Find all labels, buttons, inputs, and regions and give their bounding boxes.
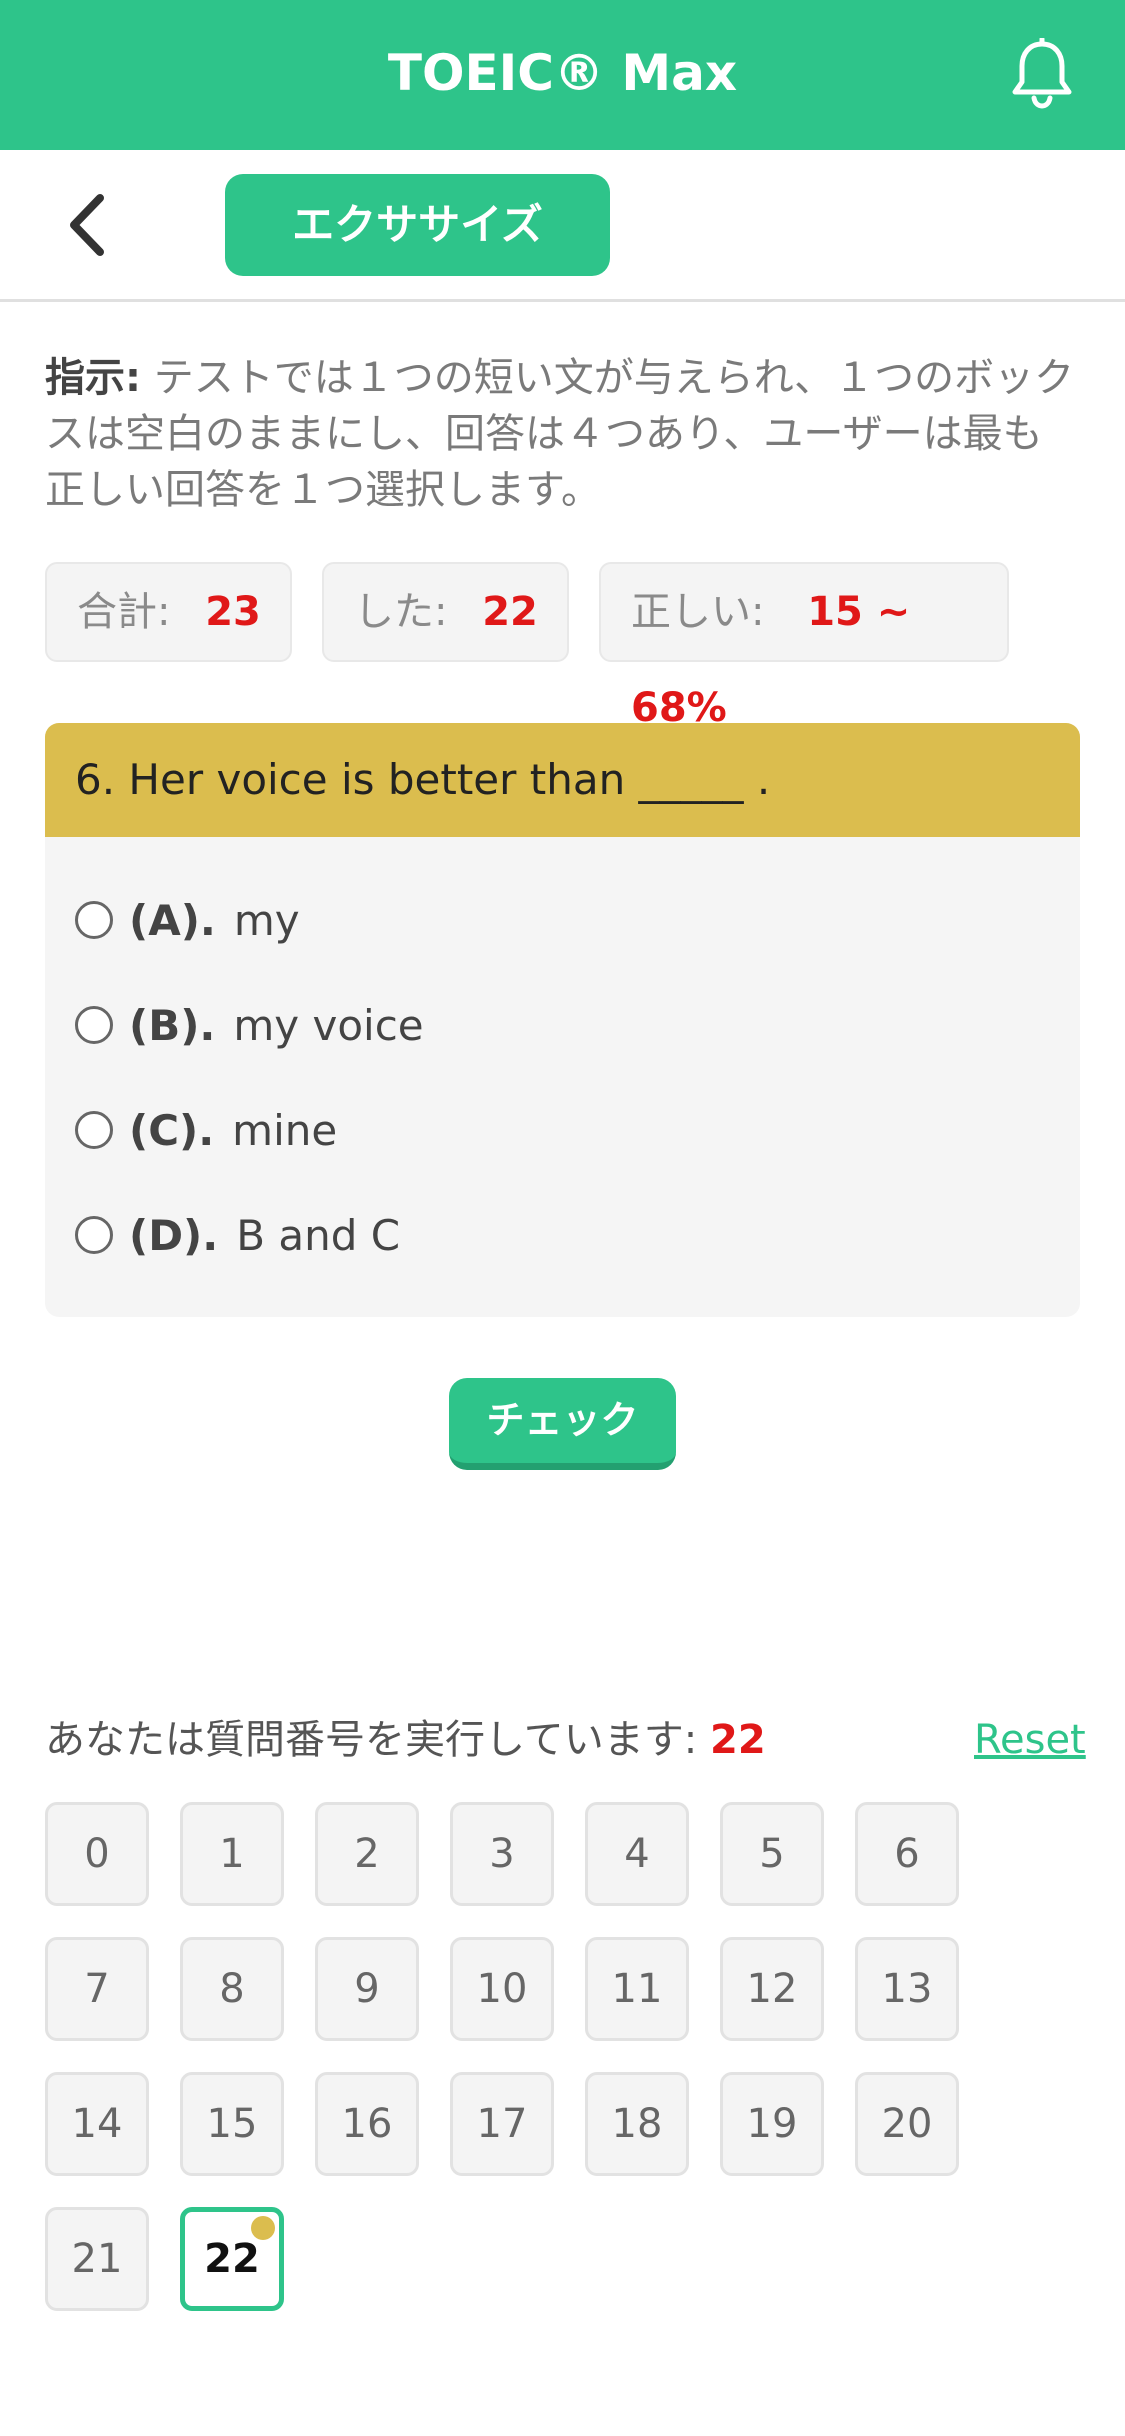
stat-done: した: 22 (322, 562, 569, 662)
stat-total: 合計: 23 (45, 562, 292, 662)
stat-done-value: 22 (482, 589, 538, 635)
question-number-button[interactable]: 0 (45, 1802, 149, 1906)
question-number-button[interactable]: 3 (450, 1802, 554, 1906)
question-text: 6. Her voice is better than _____ . (45, 723, 1080, 837)
question-number-label: 12 (746, 1966, 798, 2012)
option-b[interactable]: (B). my voice (75, 985, 424, 1065)
question-number-label: 15 (206, 2101, 258, 2147)
question-number-button[interactable]: 13 (855, 1937, 959, 2041)
option-text: mine (232, 1105, 338, 1155)
question-number-button[interactable]: 16 (315, 2072, 419, 2176)
radio-button[interactable] (75, 1216, 113, 1254)
question-number-label: 4 (624, 1831, 650, 1877)
question-number-button[interactable]: 10 (450, 1937, 554, 2041)
question-number-button[interactable]: 6 (855, 1802, 959, 1906)
question-number-button[interactable]: 1 (180, 1802, 284, 1906)
stat-total-value: 23 (205, 589, 261, 635)
option-text: my voice (233, 1000, 424, 1050)
question-number-button[interactable]: 2 (315, 1802, 419, 1906)
option-letter: (B). (129, 1000, 216, 1050)
question-card: 6. Her voice is better than _____ . (A).… (45, 723, 1080, 1317)
question-number-button[interactable]: 4 (585, 1802, 689, 1906)
question-number-label: 16 (341, 2101, 393, 2147)
question-number-label: 10 (476, 1966, 528, 2012)
question-number-label: 6 (894, 1831, 920, 1877)
check-button[interactable]: チェック (449, 1378, 676, 1470)
question-number-button[interactable]: 22 (180, 2207, 284, 2311)
progress-label: あなたは質問番号を実行しています: 22 (45, 1712, 766, 1768)
question-number-label: 1 (219, 1831, 245, 1877)
progress-current: 22 (710, 1717, 766, 1763)
current-marker-dot (251, 2216, 275, 2240)
radio-button[interactable] (75, 1111, 113, 1149)
option-text: B and C (236, 1210, 401, 1260)
question-number-label: 3 (489, 1831, 515, 1877)
option-text: my (233, 895, 300, 945)
question-number-label: 11 (611, 1966, 663, 2012)
question-number-label: 22 (204, 2236, 260, 2282)
question-number-button[interactable]: 21 (45, 2207, 149, 2311)
question-number-label: 21 (71, 2236, 123, 2282)
stat-total-label: 合計: (77, 589, 171, 635)
chevron-left-icon[interactable] (64, 190, 114, 260)
question-number-button[interactable]: 8 (180, 1937, 284, 2041)
question-number-label: 0 (84, 1831, 110, 1877)
question-number-label: 13 (881, 1966, 933, 2012)
question-number-label: 2 (354, 1831, 380, 1877)
question-number-label: 5 (759, 1831, 785, 1877)
option-letter: (C). (129, 1105, 215, 1155)
question-number-button[interactable]: 7 (45, 1937, 149, 2041)
sub-bar: エクササイズ (0, 150, 1125, 302)
question-number-button[interactable]: 19 (720, 2072, 824, 2176)
app-bar: TOEIC® Max (0, 0, 1125, 150)
question-number-label: 8 (219, 1966, 245, 2012)
option-c[interactable]: (C). mine (75, 1090, 337, 1170)
reset-link[interactable]: Reset (974, 1712, 1086, 1768)
instructions-label: 指示: (45, 355, 141, 401)
question-number-button[interactable]: 15 (180, 2072, 284, 2176)
instructions-text: テストでは１つの短い文が与えられ、１つのボックスは空白のままにし、回答は４つあり… (45, 355, 1075, 513)
stat-correct-label: 正しい: (631, 589, 765, 635)
question-number-button[interactable]: 20 (855, 2072, 959, 2176)
question-number-label: 19 (746, 2101, 798, 2147)
question-number-button[interactable]: 11 (585, 1937, 689, 2041)
option-a[interactable]: (A). my (75, 880, 300, 960)
stat-correct: 正しい: 15 ~ 68% (599, 562, 1009, 731)
question-number-label: 9 (354, 1966, 380, 2012)
question-number-button[interactable]: 18 (585, 2072, 689, 2176)
app-title: TOEIC® Max (387, 44, 738, 102)
option-letter: (D). (129, 1210, 219, 1260)
progress-label-text: あなたは質問番号を実行しています: (45, 1717, 698, 1763)
option-letter: (A). (129, 895, 216, 945)
bell-icon[interactable] (1007, 38, 1077, 110)
question-number-button[interactable]: 17 (450, 2072, 554, 2176)
question-number-label: 14 (71, 2101, 123, 2147)
question-number-button[interactable]: 12 (720, 1937, 824, 2041)
option-d[interactable]: (D). B and C (75, 1195, 400, 1275)
radio-button[interactable] (75, 901, 113, 939)
question-number-button[interactable]: 14 (45, 2072, 149, 2176)
instructions: 指示: テストでは１つの短い文が与えられ、１つのボックスは空白のままにし、回答は… (45, 350, 1080, 518)
question-number-label: 18 (611, 2101, 663, 2147)
question-number-button[interactable]: 5 (720, 1802, 824, 1906)
question-number-button[interactable]: 9 (315, 1937, 419, 2041)
radio-button[interactable] (75, 1006, 113, 1044)
question-number-label: 20 (881, 2101, 933, 2147)
question-number-label: 17 (476, 2101, 528, 2147)
question-number-label: 7 (84, 1966, 110, 2012)
stat-done-label: した: (354, 589, 448, 635)
tab-exercise[interactable]: エクササイズ (225, 174, 610, 276)
